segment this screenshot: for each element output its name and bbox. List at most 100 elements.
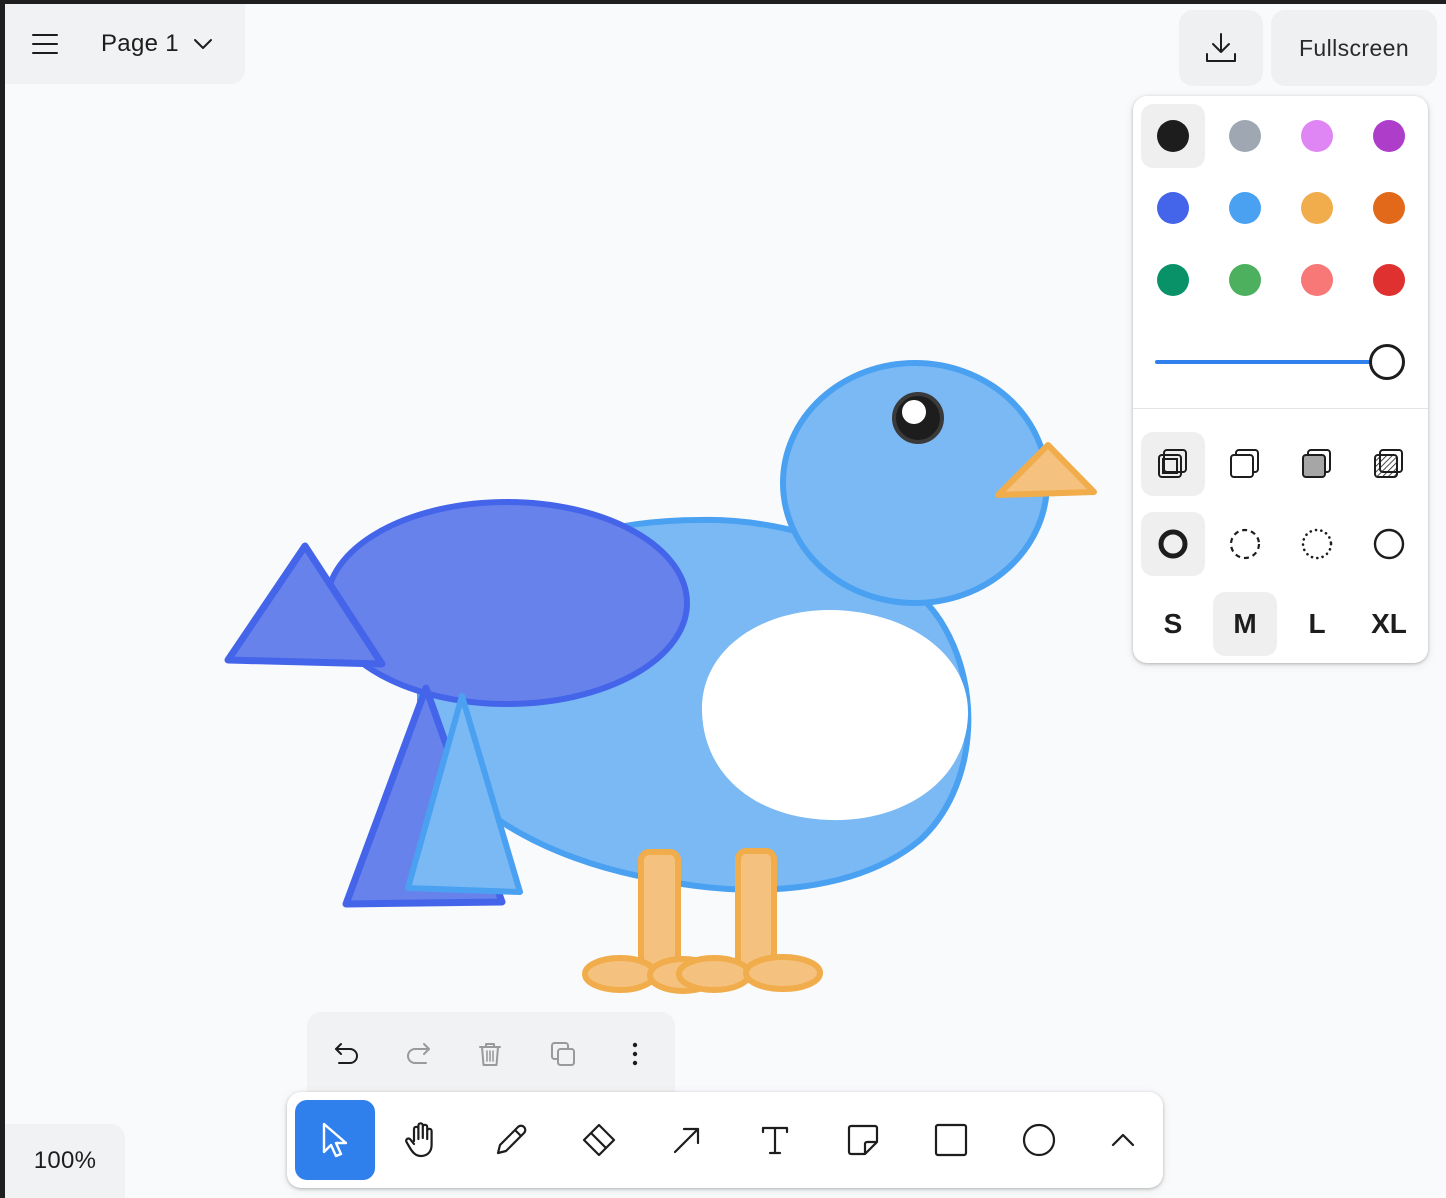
color-swatch-yellow[interactable] <box>1285 176 1349 240</box>
redo-button[interactable] <box>386 1022 450 1086</box>
color-dot <box>1301 120 1333 152</box>
download-icon <box>1206 33 1236 62</box>
eraser-icon <box>582 1123 616 1157</box>
color-swatch-light-violet[interactable] <box>1285 104 1349 168</box>
hand-icon <box>405 1122 433 1158</box>
bird-wing[interactable] <box>324 499 690 707</box>
page-menu-panel: Page 1 <box>5 4 245 84</box>
dash-dashed-button[interactable] <box>1213 512 1277 576</box>
more-icon <box>632 1042 638 1066</box>
trash-icon <box>479 1043 501 1066</box>
rectangle-icon <box>934 1123 968 1157</box>
tool-note[interactable] <box>823 1100 903 1180</box>
tool-text[interactable] <box>735 1100 815 1180</box>
panel-divider <box>1133 408 1428 409</box>
chevron-up-icon <box>1111 1133 1135 1147</box>
zoom-menu-button[interactable]: 100% <box>5 1124 125 1198</box>
color-swatch-light-blue[interactable] <box>1213 176 1277 240</box>
color-dot <box>1301 264 1333 296</box>
bird-leg-left[interactable] <box>638 849 681 973</box>
color-swatch-violet[interactable] <box>1357 104 1421 168</box>
color-dot <box>1373 264 1405 296</box>
dash-draw-button[interactable] <box>1141 512 1205 576</box>
fill-solid-button[interactable] <box>1285 432 1349 496</box>
opacity-slider-track <box>1155 360 1385 364</box>
fill-pattern-button[interactable] <box>1357 432 1421 496</box>
fill-semi-icon <box>1230 449 1259 478</box>
chevron-down-icon <box>193 39 212 49</box>
bird-foot[interactable] <box>582 955 658 993</box>
delete-button[interactable] <box>458 1022 522 1086</box>
dash-dotted-icon <box>1301 528 1333 560</box>
fill-none-icon <box>1158 449 1187 478</box>
tool-ellipse[interactable] <box>999 1100 1079 1180</box>
bird-foot[interactable] <box>676 955 752 993</box>
color-swatch-light-green[interactable] <box>1213 248 1277 312</box>
opacity-slider[interactable] <box>1155 344 1407 380</box>
color-dot <box>1229 264 1261 296</box>
sticky-note-icon <box>847 1124 879 1156</box>
arrow-icon <box>673 1127 700 1154</box>
color-swatch-light-red[interactable] <box>1285 248 1349 312</box>
ellipse-icon <box>1022 1123 1056 1157</box>
hamburger-icon <box>32 34 58 54</box>
tool-rectangle[interactable] <box>911 1100 991 1180</box>
dash-solid-button[interactable] <box>1357 512 1421 576</box>
size-xl-button[interactable]: XL <box>1357 592 1421 656</box>
bird-foot[interactable] <box>743 954 823 992</box>
fill-semi-button[interactable] <box>1213 432 1277 496</box>
color-dot <box>1373 192 1405 224</box>
dash-solid-icon <box>1373 528 1405 560</box>
more-actions-button[interactable] <box>603 1022 667 1086</box>
color-swatch-red[interactable] <box>1357 248 1421 312</box>
tool-arrow[interactable] <box>647 1100 727 1180</box>
fill-pattern-icon <box>1374 449 1403 478</box>
color-dot <box>1373 120 1405 152</box>
window-frame-left <box>0 0 5 1198</box>
page-label: Page 1 <box>101 30 179 57</box>
dash-draw-icon <box>1158 529 1188 559</box>
dash-dotted-button[interactable] <box>1285 512 1349 576</box>
color-dot <box>1157 264 1189 296</box>
color-dot <box>1157 120 1189 152</box>
cursor-icon <box>322 1122 348 1158</box>
tool-more[interactable] <box>1083 1100 1163 1180</box>
color-swatch-green[interactable] <box>1141 248 1205 312</box>
duplicate-icon <box>551 1042 575 1066</box>
color-swatch-blue[interactable] <box>1141 176 1205 240</box>
color-dot <box>1229 120 1261 152</box>
color-dot <box>1229 192 1261 224</box>
color-dot <box>1301 192 1333 224</box>
main-toolbar <box>287 1092 1163 1188</box>
color-swatch-black[interactable] <box>1141 104 1205 168</box>
opacity-slider-thumb[interactable] <box>1369 344 1405 380</box>
size-l-button[interactable]: L <box>1285 592 1349 656</box>
color-swatch-grey[interactable] <box>1213 104 1277 168</box>
style-panel: S M L XL <box>1133 96 1428 663</box>
quick-actions-bar <box>307 1012 675 1092</box>
duplicate-button[interactable] <box>531 1022 595 1086</box>
tool-hand[interactable] <box>383 1100 463 1180</box>
tool-select[interactable] <box>295 1100 375 1180</box>
bird-drawing[interactable] <box>224 360 1097 994</box>
main-menu-button[interactable] <box>5 4 85 84</box>
pencil-icon <box>496 1124 527 1155</box>
dash-dashed-icon <box>1229 528 1261 560</box>
size-m-button[interactable]: M <box>1213 592 1277 656</box>
bird-belly[interactable] <box>701 610 969 821</box>
page-select-dropdown[interactable]: Page 1 <box>85 30 213 58</box>
fill-none-button[interactable] <box>1141 432 1205 496</box>
tool-eraser[interactable] <box>559 1100 639 1180</box>
fullscreen-button[interactable]: Fullscreen <box>1271 10 1437 86</box>
tool-draw[interactable] <box>471 1100 551 1180</box>
color-dot <box>1157 192 1189 224</box>
bird-leg-right[interactable] <box>735 848 777 972</box>
fill-solid-icon <box>1302 449 1331 478</box>
color-swatch-orange[interactable] <box>1357 176 1421 240</box>
undo-icon <box>335 1043 358 1064</box>
undo-button[interactable] <box>315 1022 379 1086</box>
size-s-button[interactable]: S <box>1141 592 1205 656</box>
text-icon <box>761 1126 789 1155</box>
bird-eye-highlight <box>902 400 926 424</box>
download-button[interactable] <box>1179 10 1263 86</box>
